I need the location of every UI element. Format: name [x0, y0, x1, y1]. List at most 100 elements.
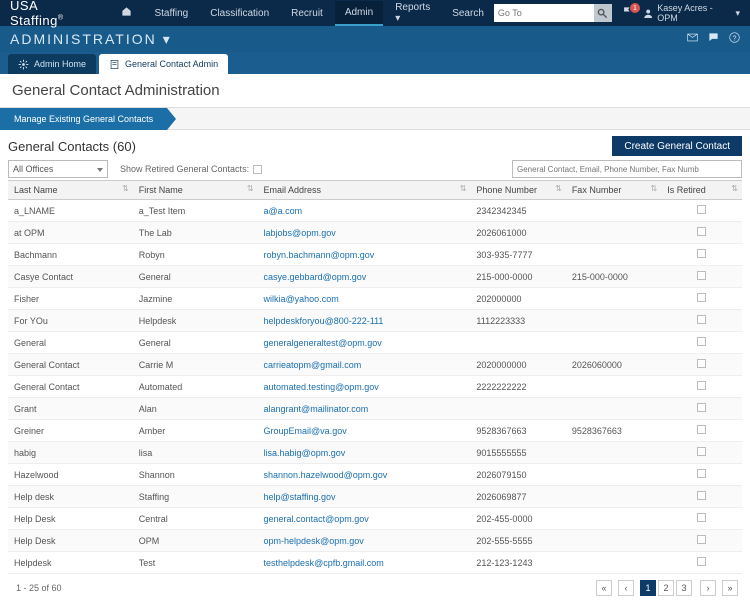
chat-icon[interactable] — [708, 32, 719, 46]
sort-icon[interactable]: ⇅ — [651, 184, 658, 193]
pager-page-2[interactable]: 2 — [658, 580, 674, 596]
retired-checkbox[interactable] — [697, 337, 706, 346]
email-link[interactable]: carrieatopm@gmail.com — [264, 360, 362, 370]
col-phone[interactable]: Phone Number⇅ — [470, 181, 565, 200]
email-link[interactable]: shannon.hazelwood@opm.gov — [264, 470, 388, 480]
cell-email: help@staffing.gov — [258, 486, 471, 508]
email-link[interactable]: lisa.habig@opm.gov — [264, 448, 346, 458]
create-general-contact-button[interactable]: Create General Contact — [612, 136, 742, 156]
filter-input[interactable] — [513, 165, 741, 174]
table-row[interactable]: Casye ContactGeneralcasye.gebbard@opm.go… — [8, 266, 742, 288]
retired-checkbox[interactable] — [697, 315, 706, 324]
cell-phone — [470, 398, 565, 420]
table-row[interactable]: Help DeskCentralgeneral.contact@opm.gov2… — [8, 508, 742, 530]
email-link[interactable]: alangrant@mailinator.com — [264, 404, 369, 414]
mail-icon[interactable] — [687, 32, 698, 46]
nav-recruit[interactable]: Recruit — [281, 2, 333, 25]
search-icon — [597, 8, 608, 19]
table-row[interactable]: habiglisalisa.habig@opm.gov9015555555 — [8, 442, 742, 464]
admin-section-menu[interactable]: ADMINISTRATION▾ — [10, 31, 172, 48]
retired-checkbox[interactable] — [697, 271, 706, 280]
table-row[interactable]: Help deskStaffinghelp@staffing.gov202606… — [8, 486, 742, 508]
help-icon[interactable]: ? — [729, 32, 740, 46]
user-menu[interactable]: Kasey Acres - OPM ▾ — [643, 3, 740, 23]
email-link[interactable]: GroupEmail@va.gov — [264, 426, 347, 436]
table-row[interactable]: FisherJazminewilkia@yahoo.com202000000 — [8, 288, 742, 310]
col-retired[interactable]: Is Retired⇅ — [661, 181, 742, 200]
retired-checkbox[interactable] — [697, 293, 706, 302]
email-link[interactable]: casye.gebbard@opm.gov — [264, 272, 367, 282]
retired-checkbox[interactable] — [697, 447, 706, 456]
sort-icon[interactable]: ⇅ — [555, 184, 562, 193]
table-row[interactable]: HelpdeskTesttesthelpdesk@cpfb.gmail.com2… — [8, 552, 742, 574]
email-link[interactable]: automated.testing@opm.gov — [264, 382, 379, 392]
show-retired-toggle[interactable]: Show Retired General Contacts: — [120, 164, 262, 174]
retired-checkbox[interactable] — [697, 425, 706, 434]
table-row[interactable]: Help DeskOPMopm-helpdesk@opm.gov202-555-… — [8, 530, 742, 552]
table-row[interactable]: BachmannRobynrobyn.bachmann@opm.gov303-9… — [8, 244, 742, 266]
nav-home[interactable] — [111, 0, 142, 26]
table-row[interactable]: GreinerAmberGroupEmail@va.gov95283676639… — [8, 420, 742, 442]
sort-icon[interactable]: ⇅ — [247, 184, 254, 193]
email-link[interactable]: helpdeskforyou@800-222-111 — [264, 316, 384, 326]
tab-admin-home[interactable]: Admin Home — [8, 54, 96, 74]
retired-checkbox[interactable] — [697, 359, 706, 368]
goto-button[interactable] — [594, 4, 612, 22]
pager-page-1[interactable]: 1 — [640, 580, 656, 596]
table-row[interactable]: at OPMThe Lablabjobs@opm.gov2026061000 — [8, 222, 742, 244]
retired-checkbox[interactable] — [697, 205, 706, 214]
email-link[interactable]: labjobs@opm.gov — [264, 228, 336, 238]
retired-checkbox[interactable] — [697, 227, 706, 236]
pager-next[interactable]: › — [700, 580, 716, 596]
nav-classification[interactable]: Classification — [200, 2, 279, 25]
notifications-button[interactable]: 1 — [618, 6, 637, 20]
sort-icon[interactable]: ⇅ — [122, 184, 129, 193]
retired-checkbox[interactable] — [697, 381, 706, 390]
cell-last: Grant — [8, 398, 133, 420]
pager-prev[interactable]: ‹ — [618, 580, 634, 596]
table-row[interactable]: General ContactCarrie Mcarrieatopm@gmail… — [8, 354, 742, 376]
ribbon-tab-manage[interactable]: Manage Existing General Contacts — [0, 108, 167, 130]
filter-box[interactable] — [512, 160, 742, 178]
goto-search[interactable] — [494, 4, 612, 22]
email-link[interactable]: help@staffing.gov — [264, 492, 336, 502]
retired-checkbox[interactable] — [697, 491, 706, 500]
retired-checkbox[interactable] — [697, 535, 706, 544]
goto-input[interactable] — [494, 4, 594, 22]
show-retired-checkbox[interactable] — [253, 165, 262, 174]
retired-checkbox[interactable] — [697, 557, 706, 566]
email-link[interactable]: generalgeneraltest@opm.gov — [264, 338, 382, 348]
table-row[interactable]: GrantAlanalangrant@mailinator.com — [8, 398, 742, 420]
pager-first[interactable]: « — [596, 580, 612, 596]
nav-staffing[interactable]: Staffing — [144, 2, 198, 25]
table-row[interactable]: a_LNAMEa_Test Itema@a.com2342342345 — [8, 200, 742, 222]
tab-general-contact-admin[interactable]: General Contact Admin — [99, 54, 228, 74]
pager-page-3[interactable]: 3 — [676, 580, 692, 596]
retired-checkbox[interactable] — [697, 249, 706, 258]
email-link[interactable]: robyn.bachmann@opm.gov — [264, 250, 375, 260]
retired-checkbox[interactable] — [697, 513, 706, 522]
nav-admin[interactable]: Admin — [335, 1, 383, 26]
cell-last: For YOu — [8, 310, 133, 332]
office-select[interactable]: All Offices — [8, 160, 108, 178]
table-row[interactable]: HazelwoodShannonshannon.hazelwood@opm.go… — [8, 464, 742, 486]
email-link[interactable]: testhelpdesk@cpfb.gmail.com — [264, 558, 384, 568]
nav-reports[interactable]: Reports ▾ — [385, 0, 440, 30]
table-row[interactable]: GeneralGeneralgeneralgeneraltest@opm.gov — [8, 332, 742, 354]
retired-checkbox[interactable] — [697, 469, 706, 478]
pager-last[interactable]: » — [722, 580, 738, 596]
sort-icon[interactable]: ⇅ — [731, 184, 738, 193]
email-link[interactable]: general.contact@opm.gov — [264, 514, 369, 524]
table-row[interactable]: General ContactAutomatedautomated.testin… — [8, 376, 742, 398]
table-row[interactable]: For YOuHelpdeskhelpdeskforyou@800-222-11… — [8, 310, 742, 332]
nav-search[interactable]: Search — [442, 2, 494, 25]
col-first[interactable]: First Name⇅ — [133, 181, 258, 200]
col-fax[interactable]: Fax Number⇅ — [566, 181, 661, 200]
retired-checkbox[interactable] — [697, 403, 706, 412]
col-email[interactable]: Email Address⇅ — [258, 181, 471, 200]
sort-icon[interactable]: ⇅ — [460, 184, 467, 193]
col-last[interactable]: Last Name⇅ — [8, 181, 133, 200]
email-link[interactable]: a@a.com — [264, 206, 303, 216]
email-link[interactable]: opm-helpdesk@opm.gov — [264, 536, 364, 546]
email-link[interactable]: wilkia@yahoo.com — [264, 294, 339, 304]
